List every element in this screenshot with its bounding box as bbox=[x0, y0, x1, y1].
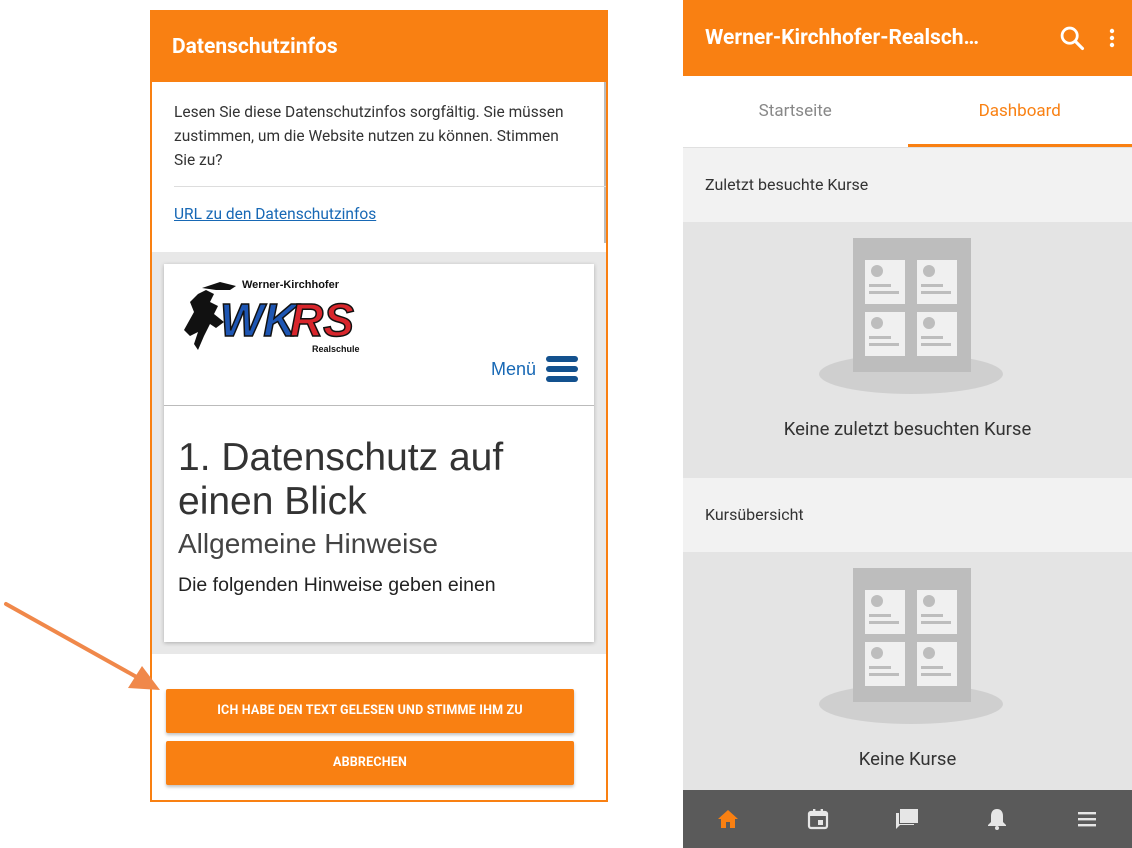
dialog-title: Datenschutzinfos bbox=[152, 12, 606, 82]
more-menu-icon[interactable] bbox=[1067, 799, 1107, 839]
messages-icon[interactable] bbox=[887, 799, 927, 839]
webpage-header: Werner-Kirchhofer WK RS Realschule Menü bbox=[164, 264, 594, 406]
notifications-icon[interactable] bbox=[977, 799, 1017, 839]
tab-bar: Startseite Dashboard bbox=[683, 76, 1132, 148]
webpage-paragraph: Die folgenden Hinweise geben einen bbox=[178, 574, 496, 596]
cancel-button[interactable]: ABBRECHEN bbox=[166, 741, 574, 785]
course-overview-empty-text: Keine Kurse bbox=[858, 748, 957, 770]
webpage-heading: 1. Datenschutz auf einen Blick bbox=[178, 436, 504, 523]
course-overview-header: Kursübersicht bbox=[683, 478, 1132, 552]
app-title: Werner-Kirchhofer-Realsch… bbox=[705, 26, 980, 50]
school-logo: Werner-Kirchhofer WK RS Realschule bbox=[184, 279, 360, 354]
app-bar: Werner-Kirchhofer-Realsch… bbox=[683, 0, 1132, 76]
logo-bottom-text: Realschule bbox=[312, 344, 360, 354]
empty-courses-icon bbox=[819, 238, 1003, 394]
privacy-url-link[interactable]: URL zu den Datenschutzinfos bbox=[152, 187, 606, 243]
webpage-subheading: Allgemeine Hinweise bbox=[178, 528, 438, 559]
privacy-dialog-screen: Datenschutzinfos Lesen Sie diese Datensc… bbox=[150, 10, 608, 802]
privacy-intro-text: Lesen Sie diese Datenschutzinfos sorgfäl… bbox=[152, 82, 606, 186]
logo-top-text: Werner-Kirchhofer bbox=[242, 279, 340, 291]
more-vert-icon[interactable] bbox=[1100, 24, 1124, 52]
tab-dashboard[interactable]: Dashboard bbox=[907, 76, 1132, 147]
calendar-icon[interactable] bbox=[798, 799, 838, 839]
recent-courses-empty-text: Keine zuletzt besuchten Kurse bbox=[783, 418, 1032, 440]
webpage-card: Werner-Kirchhofer WK RS Realschule Menü … bbox=[164, 264, 594, 642]
menu-label: Menü bbox=[490, 358, 536, 379]
svg-text:WK: WK bbox=[220, 294, 299, 346]
recent-courses-empty-state: Keine zuletzt besuchten Kurse bbox=[683, 222, 1132, 478]
hamburger-menu-icon bbox=[546, 356, 578, 382]
bottom-navigation bbox=[683, 790, 1132, 848]
site-menu-button[interactable]: Menü bbox=[491, 356, 578, 382]
dashboard-screen: Werner-Kirchhofer-Realsch… Startseite Da… bbox=[683, 0, 1132, 848]
recent-courses-header: Zuletzt besuchte Kurse bbox=[683, 148, 1132, 222]
tab-startseite[interactable]: Startseite bbox=[683, 76, 908, 147]
annotation-arrow-icon bbox=[4, 602, 160, 690]
webpage-content: 1. Datenschutz auf einen Blick Allgemein… bbox=[164, 406, 594, 600]
home-icon[interactable] bbox=[708, 799, 748, 839]
svg-text:RS: RS bbox=[290, 294, 354, 346]
privacy-webview[interactable]: Werner-Kirchhofer WK RS Realschule Menü … bbox=[152, 252, 606, 654]
course-overview-empty-state: Keine Kurse bbox=[683, 552, 1132, 808]
accept-button[interactable]: ICH HABE DEN TEXT GELESEN UND STIMME IHM… bbox=[166, 689, 574, 733]
empty-courses-icon bbox=[819, 568, 1003, 724]
search-icon[interactable] bbox=[1058, 24, 1086, 52]
